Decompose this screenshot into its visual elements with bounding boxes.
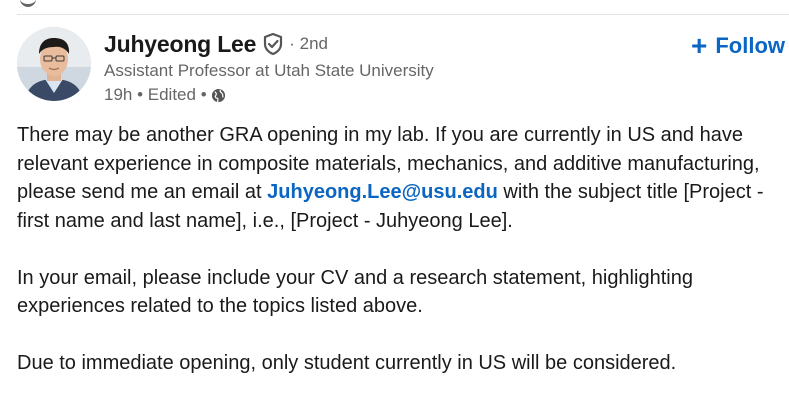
follow-label: Follow [715, 33, 785, 58]
partial-icon [20, 0, 36, 7]
plus-icon: + [690, 30, 708, 61]
post-paragraph-2: In your email, please include your CV an… [17, 266, 693, 318]
verified-shield-icon [262, 32, 284, 56]
person-photo-avatar-icon [17, 27, 91, 101]
post-paragraph-1: There may be another GRA opening in my l… [17, 121, 777, 235]
follow-button[interactable]: + Follow [689, 31, 787, 61]
post-meta: 19h • Edited • [104, 85, 434, 105]
connection-degree: · 2nd [289, 34, 328, 53]
author-name-row: Juhyeong Lee · 2nd [104, 29, 434, 59]
author-info: Juhyeong Lee · 2nd Assistant Professor a… [104, 29, 434, 105]
author-headline: Assistant Professor at Utah State Univer… [104, 61, 434, 80]
post-header: Juhyeong Lee · 2nd Assistant Professor a… [17, 27, 789, 107]
email-link[interactable]: Juhyeong.Lee@usu.edu [267, 181, 498, 203]
post-body: There may be another GRA opening in my l… [17, 121, 777, 406]
globe-icon [211, 88, 226, 103]
post-time: 19h • Edited • [104, 85, 207, 104]
author-name[interactable]: Juhyeong Lee [104, 31, 256, 58]
divider [17, 14, 789, 15]
author-avatar[interactable] [17, 27, 91, 101]
linkedin-post: Juhyeong Lee · 2nd Assistant Professor a… [0, 0, 789, 408]
post-paragraph-3: Due to immediate opening, only student c… [17, 352, 677, 374]
